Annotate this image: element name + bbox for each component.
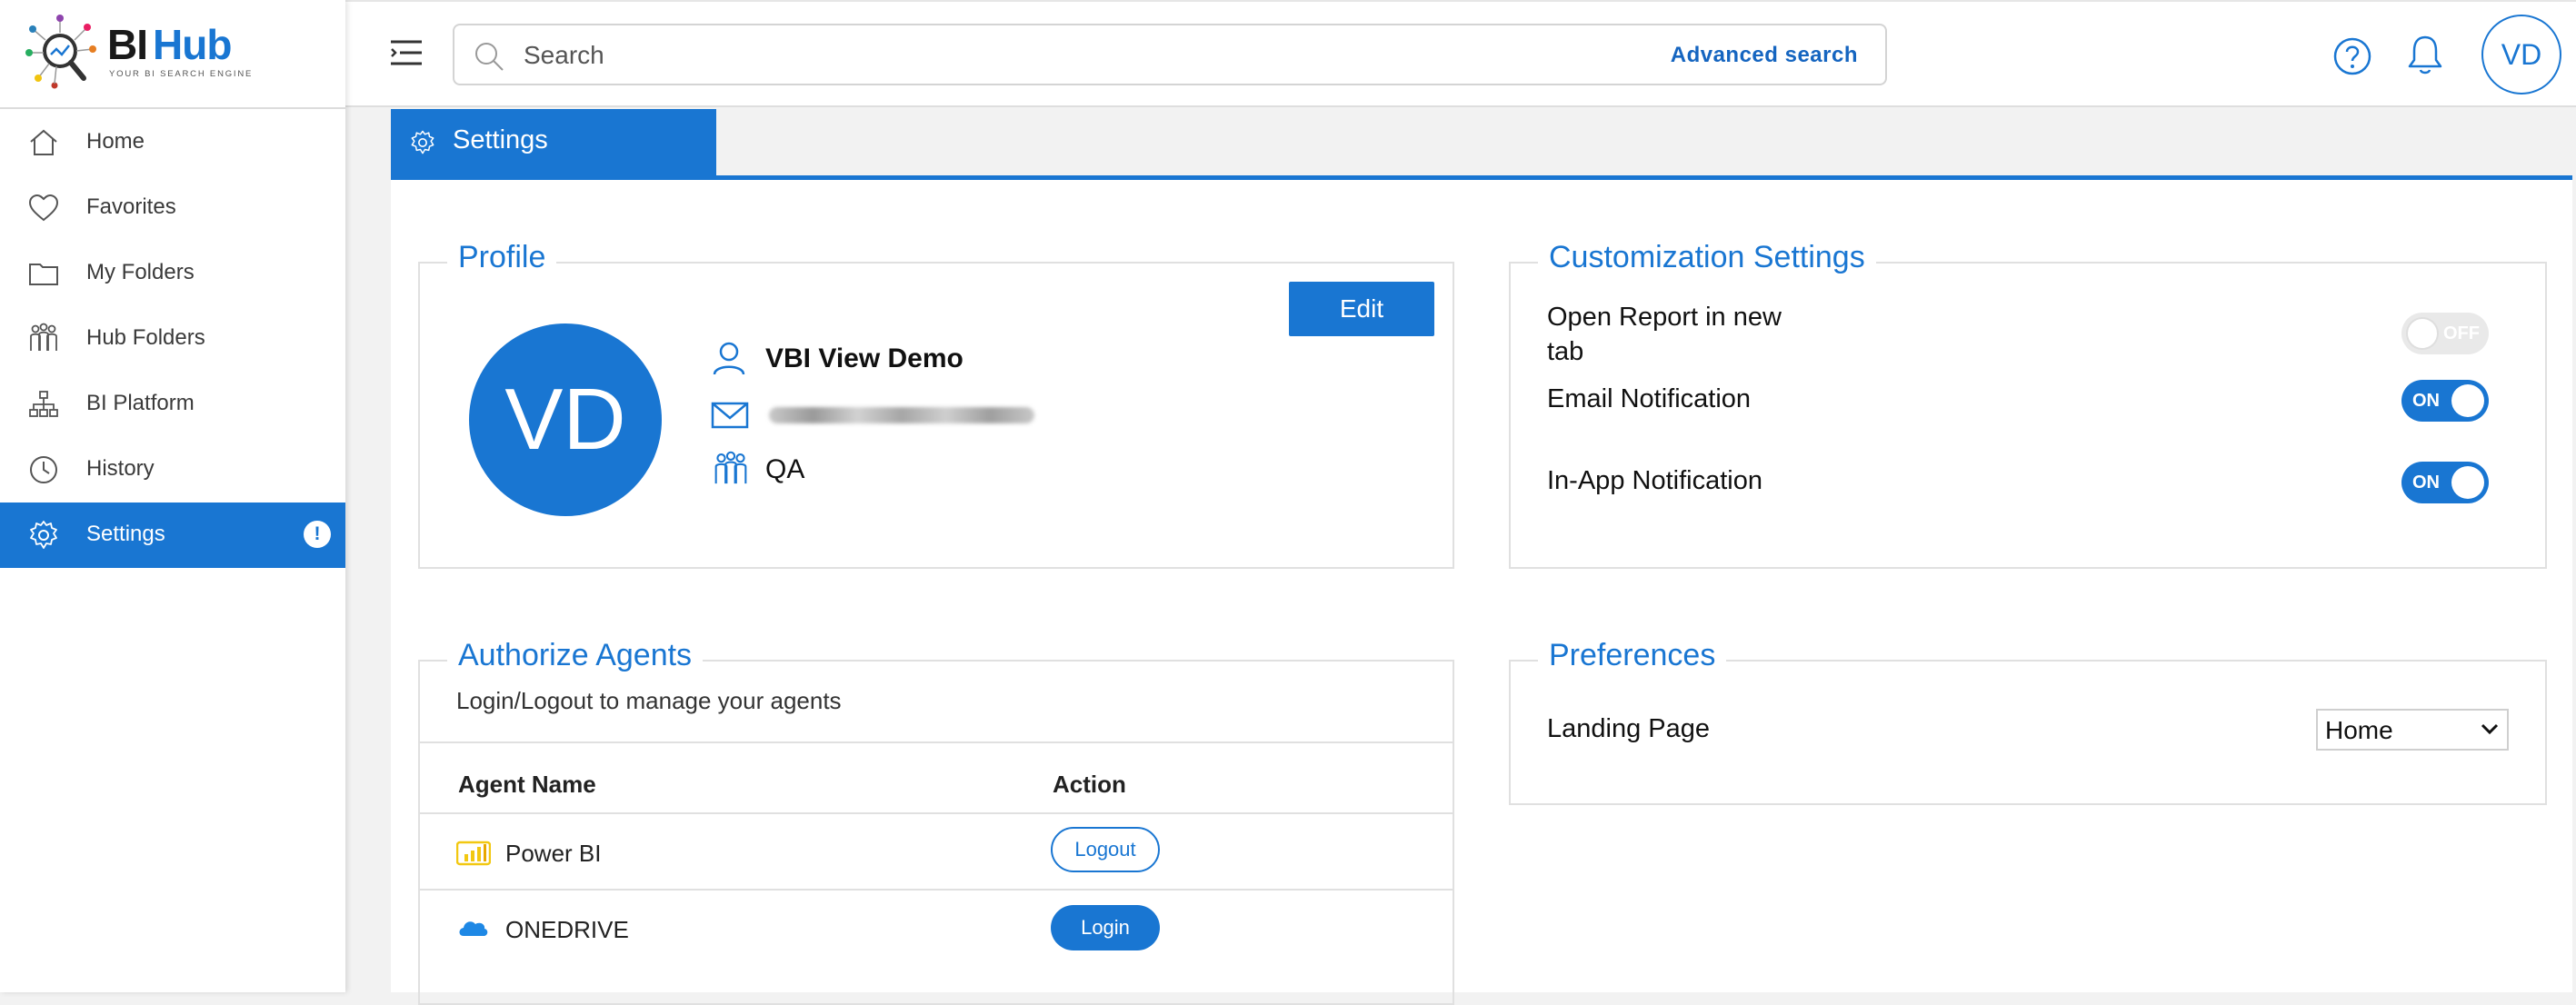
- toggle-knob: [2406, 317, 2439, 350]
- brand-tagline: YOUR BI SEARCH ENGINE: [109, 69, 254, 79]
- logo[interactable]: BI Hub YOUR BI SEARCH ENGINE: [0, 0, 345, 109]
- panel-title: Customization Settings: [1538, 240, 1876, 275]
- toggle-state: OFF: [2443, 323, 2480, 343]
- profile-group: QA: [765, 454, 805, 484]
- agents-subtitle: Login/Logout to manage your agents: [456, 687, 842, 714]
- authorize-agents-panel: Authorize Agents Login/Logout to manage …: [418, 638, 1454, 1005]
- email-notification-toggle[interactable]: ON: [2401, 380, 2489, 422]
- landing-page-label: Landing Page: [1547, 714, 1710, 743]
- agent-name: ONEDRIVE: [505, 916, 629, 943]
- sidebar-item-home[interactable]: Home: [0, 110, 345, 175]
- brand-name: BI Hub: [107, 20, 232, 69]
- open-report-new-tab-toggle[interactable]: OFF: [2401, 313, 2489, 354]
- login-button[interactable]: Login: [1051, 905, 1160, 950]
- setting-label: Open Report in new tab: [1547, 303, 1782, 366]
- brand-name-bi: BI: [107, 21, 148, 68]
- alert-badge: !: [304, 521, 331, 548]
- help-icon[interactable]: [2332, 36, 2372, 76]
- advanced-search-link[interactable]: Advanced search: [1671, 43, 1858, 68]
- panel-title: Preferences: [1538, 638, 1727, 673]
- logout-button[interactable]: Logout: [1051, 827, 1160, 872]
- divider: [420, 741, 1453, 743]
- setting-label: In-App Notification: [1547, 466, 1762, 495]
- group-icon: [714, 451, 747, 484]
- hierarchy-icon: [29, 391, 58, 417]
- tab-label: Settings: [453, 125, 548, 154]
- bell-icon[interactable]: [2405, 33, 2445, 76]
- home-icon: [30, 129, 57, 155]
- gear-icon: [411, 130, 434, 154]
- toggle-knob: [2451, 466, 2484, 499]
- profile-avatar: VD: [469, 323, 662, 516]
- profile-name: VBI View Demo: [765, 343, 964, 373]
- sidebar-item-history[interactable]: History: [0, 437, 345, 502]
- chevron-down-icon: [2481, 723, 2499, 735]
- sidebar-item-label: Home: [86, 129, 145, 154]
- table-row: Power BI Logout: [420, 814, 1453, 891]
- landing-page-select[interactable]: Home: [2316, 709, 2509, 751]
- column-header-agent-name: Agent Name: [458, 771, 596, 798]
- panel-title: Authorize Agents: [447, 638, 704, 673]
- search-icon: [475, 43, 504, 71]
- clock-icon: [30, 456, 57, 483]
- sidebar-item-label: BI Platform: [86, 391, 195, 415]
- customization-panel: Customization Settings Open Report in ne…: [1509, 240, 2547, 569]
- setting-label: Email Notification: [1547, 384, 1752, 413]
- toggle-state: ON: [2412, 473, 2440, 493]
- heart-icon: [28, 194, 59, 222]
- folder-icon: [29, 264, 58, 285]
- in-app-notification-toggle[interactable]: ON: [2401, 462, 2489, 503]
- user-icon: [713, 342, 745, 375]
- landing-page-value: Home: [2325, 716, 2393, 744]
- sidebar-item-bi-platform[interactable]: BI Platform: [0, 372, 345, 437]
- edit-profile-button[interactable]: Edit: [1289, 282, 1434, 336]
- sidebar-item-label: Settings: [86, 522, 165, 546]
- tab-bar: Settings: [391, 109, 2572, 180]
- sidebar-item-favorites[interactable]: Favorites: [0, 175, 345, 241]
- power-bi-icon: [456, 841, 491, 866]
- onedrive-icon: [459, 921, 488, 936]
- toggle-knob: [2451, 384, 2484, 417]
- sidebar-item-label: Favorites: [86, 194, 176, 219]
- group-icon: [30, 323, 57, 351]
- sidebar-item-settings[interactable]: Settings !: [0, 502, 345, 568]
- sidebar-item-label: My Folders: [86, 260, 195, 284]
- gear-icon: [30, 521, 57, 549]
- profile-panel: Profile Edit VD VBI View Demo QA: [418, 240, 1454, 569]
- mail-icon: [711, 402, 749, 429]
- search-input[interactable]: [522, 36, 1434, 75]
- tab-settings[interactable]: Settings: [391, 109, 716, 176]
- brand-name-hub: Hub: [153, 21, 232, 68]
- sidebar-item-label: Hub Folders: [86, 325, 205, 350]
- preferences-panel: Preferences Landing Page Home: [1509, 638, 2547, 805]
- sidebar: BI Hub YOUR BI SEARCH ENGINE Home Favorit…: [0, 0, 345, 992]
- user-avatar[interactable]: VD: [2481, 15, 2561, 95]
- sidebar-item-my-folders[interactable]: My Folders: [0, 241, 345, 306]
- panel-title: Profile: [447, 240, 557, 275]
- agent-name: Power BI: [505, 840, 602, 867]
- search-box: Advanced search: [453, 24, 1887, 85]
- menu-toggle-icon[interactable]: [389, 38, 424, 67]
- sidebar-item-hub-folders[interactable]: Hub Folders: [0, 306, 345, 372]
- top-bar: Advanced search VD: [345, 0, 2576, 107]
- settings-content: Profile Edit VD VBI View Demo QA Customi…: [391, 180, 2572, 1005]
- table-row: ONEDRIVE Login: [420, 891, 1453, 967]
- toggle-state: ON: [2412, 391, 2440, 411]
- column-header-action: Action: [1053, 771, 1126, 798]
- email-redacted: [769, 407, 1034, 423]
- sidebar-item-label: History: [86, 456, 155, 481]
- bihub-logo-icon: [25, 15, 96, 89]
